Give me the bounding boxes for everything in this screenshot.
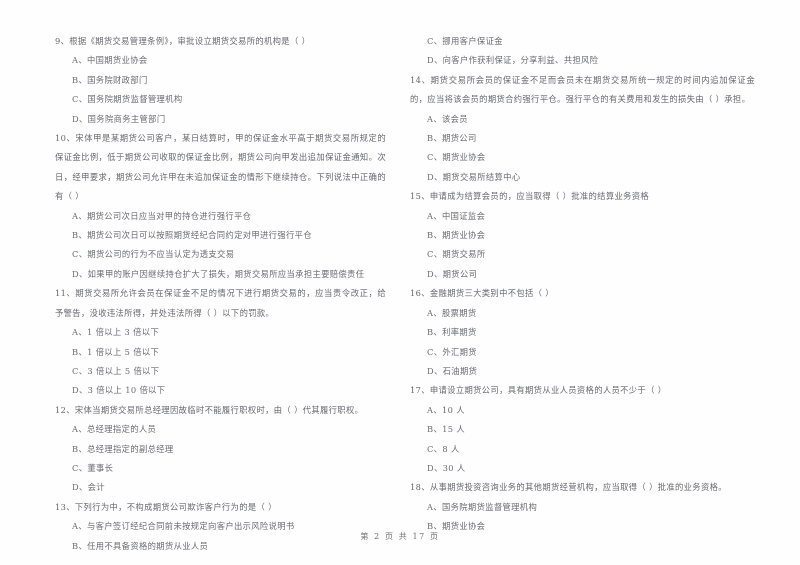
option-11-d[interactable]: D、3 倍以上 10 倍以下 xyxy=(55,381,386,400)
option-18-a[interactable]: A、国务院期货监督管理机构 xyxy=(410,498,755,517)
option-17-b[interactable]: B、15 人 xyxy=(410,420,755,439)
option-16-d[interactable]: D、石油期货 xyxy=(410,362,755,381)
option-14-c[interactable]: C、期货业协会 xyxy=(410,148,755,167)
option-11-a[interactable]: A、1 倍以上 3 倍以下 xyxy=(55,323,386,342)
option-12-c[interactable]: C、董事长 xyxy=(55,459,386,478)
question-stem-17: 17、申请设立期货公司，具有期货从业人员资格的人员不少于（ ） xyxy=(410,385,667,396)
question-block-11: 11、期货交易所允许会员在保证金不足的情况下进行期货交易的，应当责令改正，给予警… xyxy=(55,284,386,400)
option-10-d[interactable]: D、如果甲的账户因继续持仓扩大了损失，期货交易所应当承担主要赔偿责任 xyxy=(55,265,386,284)
question-block-16: 16、金融期货三大类别中不包括（ ） A、股票期货 B、利率期货 C、外汇期货 … xyxy=(410,284,755,381)
option-10-b[interactable]: B、期货公司次日可以按照期货经纪合同约定对甲进行强行平仓 xyxy=(55,226,386,245)
option-16-a[interactable]: A、股票期货 xyxy=(410,304,755,323)
question-block-12: 12、宋体当期货交易所总经理因故临时不能履行职权时，由（ ）代其履行职权。 A、… xyxy=(55,401,386,498)
option-10-a[interactable]: A、期货公司次日应当对甲的持仓进行强行平仓 xyxy=(55,207,386,226)
question-stem-14: 14、期货交易所会员的保证金不足而会员未在期货交易所统一规定的时间内追加保证金的… xyxy=(410,74,755,105)
question-stem-11: 11、期货交易所允许会员在保证金不足的情况下进行期货交易的，应当责令改正，给予警… xyxy=(55,288,386,318)
question-block-15: 15、申请成为结算会员的，应当取得（ ）批准的结算业务资格 A、中国证监会 B、… xyxy=(410,187,755,284)
page-footer: 第 2 页 共 17 页 xyxy=(360,532,440,541)
right-column: C、挪用客户保证金 D、向客户作获利保证，分享利益、共担风险 14、期货交易所会… xyxy=(400,32,800,556)
option-16-c[interactable]: C、外汇期货 xyxy=(410,343,755,362)
question-stem-15: 15、申请成为结算会员的，应当取得（ ）批准的结算业务资格 xyxy=(410,191,650,202)
option-14-d[interactable]: D、期货交易所结算中心 xyxy=(410,168,755,187)
question-block-9: 9、根据《期货交易管理条例》，审批设立期货交易所的机构是（ ） A、中国期货业协… xyxy=(55,32,386,129)
option-9-a[interactable]: A、中国期货业协会 xyxy=(55,51,386,70)
option-14-b[interactable]: B、期货公司 xyxy=(410,129,755,148)
option-11-b[interactable]: B、1 倍以上 5 倍以下 xyxy=(55,343,386,362)
question-stem-12: 12、宋体当期货交易所总经理因故临时不能履行职权时，由（ ）代其履行职权。 xyxy=(55,404,364,415)
option-15-c[interactable]: C、期货交易所 xyxy=(410,245,755,264)
question-block-10: 10、宋体甲是某期货公司客户，某日结算时，甲的保证金水平高于期货交易所规定的保证… xyxy=(55,129,386,284)
question-block-9-continued: C、挪用客户保证金 D、向客户作获利保证，分享利益、共担风险 xyxy=(410,32,755,71)
option-15-d[interactable]: D、期货公司 xyxy=(410,265,755,284)
left-column: 9、根据《期货交易管理条例》，审批设立期货交易所的机构是（ ） A、中国期货业协… xyxy=(0,32,400,556)
option-9-b[interactable]: B、国务院财政部门 xyxy=(55,71,386,90)
question-block-14: 14、期货交易所会员的保证金不足而会员未在期货交易所统一规定的时间内追加保证金的… xyxy=(410,71,755,187)
option-12-b[interactable]: B、总经理指定的副总经理 xyxy=(55,440,386,459)
question-stem-16: 16、金融期货三大类别中不包括（ ） xyxy=(410,288,554,299)
option-15-a[interactable]: A、中国证监会 xyxy=(410,207,755,226)
option-17-d[interactable]: D、30 人 xyxy=(410,459,755,478)
option-16-b[interactable]: B、利率期货 xyxy=(410,323,755,342)
exam-page: 9、根据《期货交易管理条例》，审批设立期货交易所的机构是（ ） A、中国期货业协… xyxy=(0,0,800,565)
option-9-c-cont[interactable]: C、挪用客户保证金 xyxy=(410,32,755,51)
question-stem-10: 10、宋体甲是某期货公司客户，某日结算时，甲的保证金水平高于期货交易所规定的保证… xyxy=(55,133,386,202)
two-column-body: 9、根据《期货交易管理条例》，审批设立期货交易所的机构是（ ） A、中国期货业协… xyxy=(0,32,800,556)
question-block-17: 17、申请设立期货公司，具有期货从业人员资格的人员不少于（ ） A、10 人 B… xyxy=(410,381,755,478)
question-stem-9: 9、根据《期货交易管理条例》，审批设立期货交易所的机构是（ ） xyxy=(55,36,311,46)
option-9-c[interactable]: C、国务院期货监督管理机构 xyxy=(55,90,386,109)
option-11-c[interactable]: C、3 倍以上 5 倍以下 xyxy=(55,362,386,381)
question-block-18: 18、从事期货投资咨询业务的其他期货经营机构，应当取得（ ）批准的业务资格。 A… xyxy=(410,478,755,536)
option-15-b[interactable]: B、期货业协会 xyxy=(410,226,755,245)
question-stem-18: 18、从事期货投资咨询业务的其他期货经营机构，应当取得（ ）批准的业务资格。 xyxy=(410,482,727,493)
option-12-a[interactable]: A、总经理指定的人员 xyxy=(55,420,386,439)
option-9-d[interactable]: D、国务院商务主管部门 xyxy=(55,110,386,129)
option-10-c[interactable]: C、期货公司的行为不应当认定为透支交易 xyxy=(55,245,386,264)
option-17-c[interactable]: C、8 人 xyxy=(410,440,755,459)
option-12-d[interactable]: D、会计 xyxy=(55,478,386,497)
option-17-a[interactable]: A、10 人 xyxy=(410,401,755,420)
question-block-13: 13、下列行为中，不构成期货公司欺诈客户行为的是（ ） A、与客户签订经纪合同前… xyxy=(55,498,386,556)
option-9-d-cont[interactable]: D、向客户作获利保证，分享利益、共担风险 xyxy=(410,51,755,70)
question-stem-13: 13、下列行为中，不构成期货公司欺诈客户行为的是（ ） xyxy=(55,501,277,512)
option-14-a[interactable]: A、该会员 xyxy=(410,110,755,129)
